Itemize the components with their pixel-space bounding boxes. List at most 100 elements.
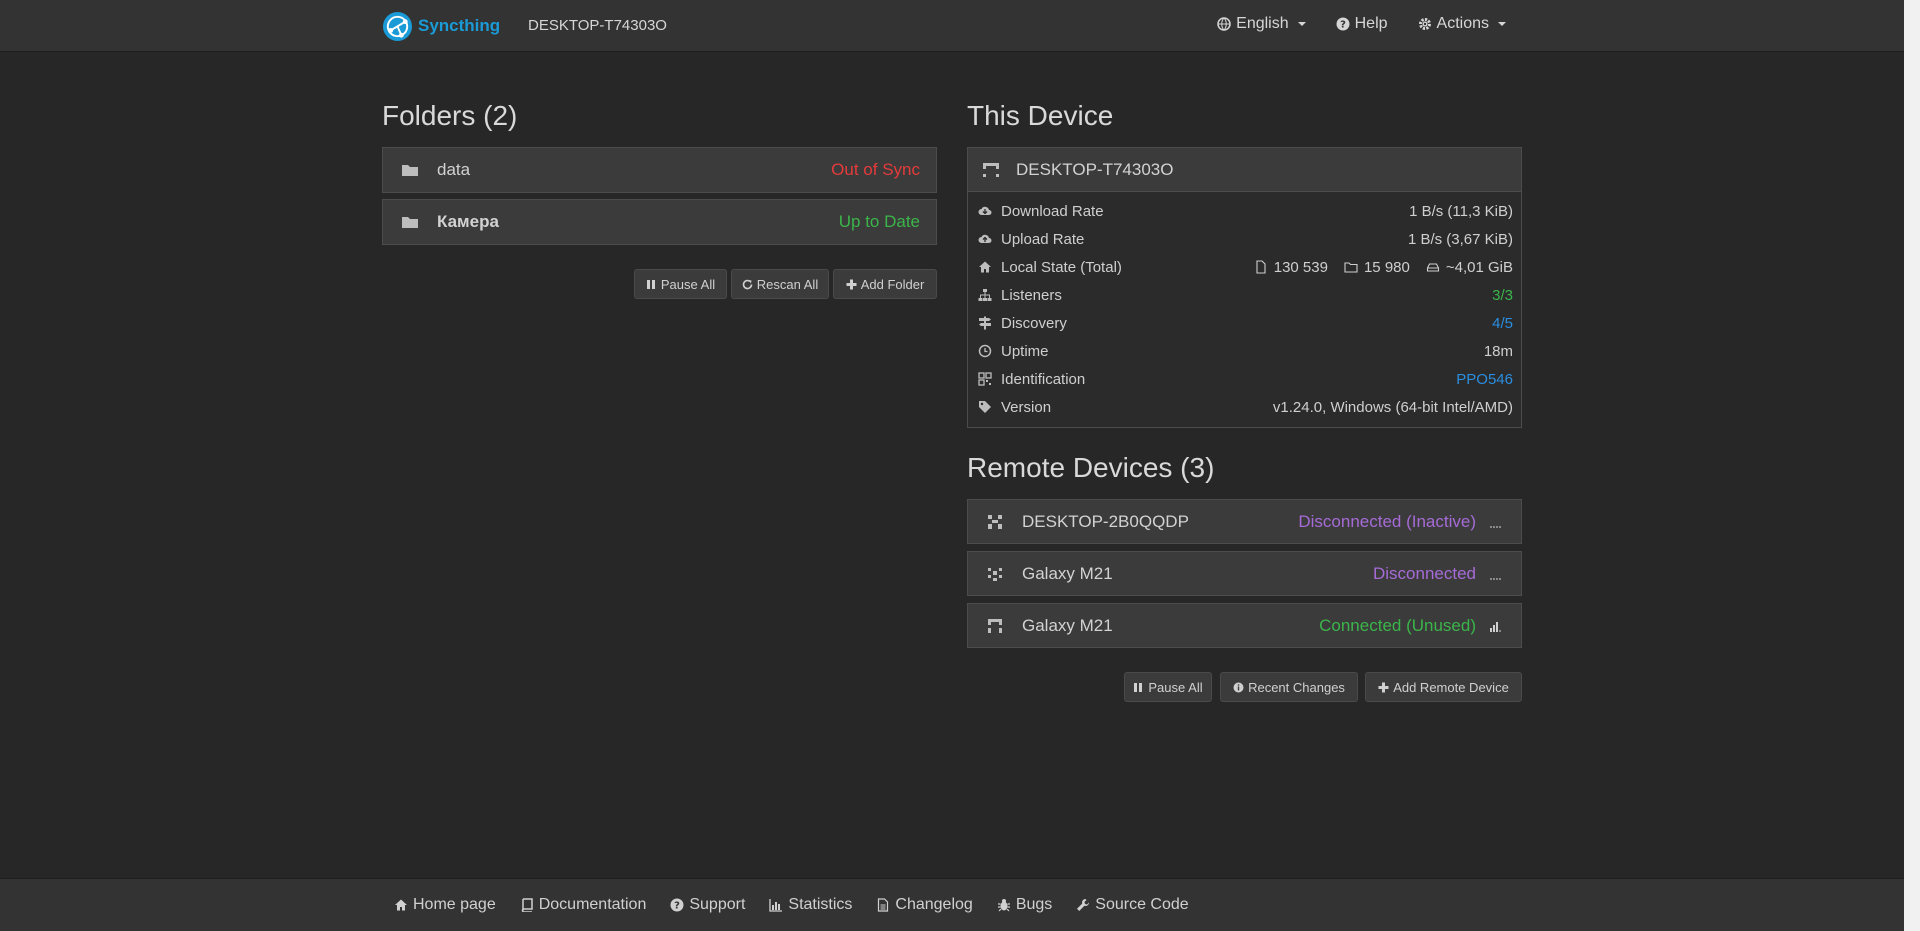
signal-none-icon xyxy=(1490,516,1501,528)
version-value: v1.24.0, Windows (64-bit Intel/AMD) xyxy=(1272,398,1513,416)
folders-heading: Folders (2) xyxy=(382,100,518,131)
footer-link-label: Home page xyxy=(413,896,496,913)
plus-icon xyxy=(1378,682,1389,692)
download-rate-label: Download Rate xyxy=(1001,202,1104,220)
discovery-value[interactable]: 4/5 xyxy=(1492,315,1513,332)
version-label: Version xyxy=(1001,398,1052,416)
question-circle-icon: ? xyxy=(670,898,684,912)
recent-changes-label: Recent Changes xyxy=(1248,679,1345,695)
add-folder-button[interactable]: Add Folder xyxy=(833,269,937,299)
pause-icon xyxy=(646,279,655,289)
gear-icon xyxy=(1418,18,1431,30)
remote-device-panel[interactable]: Galaxy M21 Disconnected xyxy=(967,551,1522,596)
help-label: Help xyxy=(1354,15,1388,32)
footer: Home page Documentation ? Support Statis… xyxy=(0,878,1904,931)
footer-link-label: Documentation xyxy=(538,896,647,913)
help-link[interactable]: ? Help xyxy=(1336,15,1388,33)
rescan-all-button[interactable]: Rescan All xyxy=(731,269,829,299)
svg-text:?: ? xyxy=(674,901,680,912)
identification-value[interactable]: PPO546 xyxy=(1456,371,1513,388)
qrcode-icon xyxy=(978,372,992,386)
actions-menu[interactable]: Actions xyxy=(1418,15,1506,33)
device-identicon-icon xyxy=(988,618,1002,633)
this-device-heading: This Device xyxy=(967,100,1114,131)
local-files-count: 130 539 xyxy=(1273,258,1328,276)
remote-device-status: Disconnected xyxy=(1372,563,1476,583)
uptime-row: Uptime 18m xyxy=(968,337,1521,365)
device-identicon-icon xyxy=(983,162,999,177)
sitemap-icon xyxy=(978,289,992,301)
remote-device-panel[interactable]: DESKTOP-2B0QQDP Disconnected (Inactive) xyxy=(967,499,1522,544)
footer-link-bugs[interactable]: Bugs xyxy=(997,896,1052,914)
window-scrollbar[interactable] xyxy=(1904,0,1920,931)
footer-link-changelog[interactable]: Changelog xyxy=(876,896,973,914)
file-text-icon xyxy=(878,898,889,912)
book-icon xyxy=(521,898,533,912)
question-circle-icon: ? xyxy=(1336,17,1350,31)
signal-none-icon xyxy=(1490,568,1501,580)
folder-panel-camera[interactable]: Камера Up to Date xyxy=(382,199,937,245)
add-folder-label: Add Folder xyxy=(860,276,925,292)
bar-chart-icon xyxy=(769,899,783,912)
actions-label: Actions xyxy=(1436,15,1489,32)
discovery-label: Discovery xyxy=(1001,314,1067,332)
recent-changes-button[interactable]: Recent Changes xyxy=(1220,672,1358,702)
download-rate-row: Download Rate 1 B/s (11,3 KiB) xyxy=(968,197,1521,225)
footer-link-label: Bugs xyxy=(1015,896,1053,913)
hdd-icon xyxy=(1426,263,1439,272)
local-state-label: Local State (Total) xyxy=(1001,258,1122,276)
folder-name: data xyxy=(437,160,471,179)
brand[interactable]: Syncthing xyxy=(382,9,500,43)
listeners-label: Listeners xyxy=(1001,286,1062,304)
folder-status: Out of Sync xyxy=(831,160,920,179)
navbar: Syncthing DESKTOP-T74303O English ? Help… xyxy=(0,0,1904,52)
cloud-download-icon xyxy=(978,206,992,215)
remote-device-panel[interactable]: Galaxy M21 Connected (Unused) xyxy=(967,603,1522,648)
signal-bars-icon xyxy=(1490,620,1501,632)
footer-link-source-code[interactable]: Source Code xyxy=(1076,896,1189,914)
tag-icon xyxy=(979,401,991,413)
chevron-down-icon xyxy=(1498,22,1506,26)
svg-text:?: ? xyxy=(1340,20,1346,31)
add-remote-device-label: Add Remote Device xyxy=(1393,679,1509,695)
footer-link-label: Support xyxy=(689,896,746,913)
pause-all-devices-button[interactable]: Pause All xyxy=(1124,672,1212,702)
footer-link-support[interactable]: ? Support xyxy=(670,896,745,914)
this-device-name: DESKTOP-T74303O xyxy=(1016,159,1174,179)
uptime-value: 18m xyxy=(1483,342,1513,360)
language-menu[interactable]: English xyxy=(1217,15,1306,33)
syncthing-logo-icon xyxy=(382,11,413,41)
folder-panel-data[interactable]: data Out of Sync xyxy=(382,147,937,193)
globe-icon xyxy=(1217,17,1231,31)
footer-link-documentation[interactable]: Documentation xyxy=(520,896,647,914)
folder-name: Камера xyxy=(437,212,499,231)
uptime-label: Uptime xyxy=(1001,342,1049,360)
brand-name: Syncthing xyxy=(418,16,501,35)
file-icon xyxy=(1256,260,1266,274)
footer-link-label: Changelog xyxy=(895,896,973,913)
language-label: English xyxy=(1236,15,1289,32)
version-row: Version v1.24.0, Windows (64-bit Intel/A… xyxy=(968,393,1521,421)
pause-all-folders-button[interactable]: Pause All xyxy=(634,269,727,299)
device-identicon-icon xyxy=(988,514,1002,529)
this-device-header[interactable]: DESKTOP-T74303O xyxy=(968,148,1521,192)
upload-rate-row: Upload Rate 1 B/s (3,67 KiB) xyxy=(968,225,1521,253)
download-rate-value: 1 B/s (11,3 KiB) xyxy=(1409,202,1513,220)
identification-label: Identification xyxy=(1001,370,1086,388)
remote-devices-heading: Remote Devices (3) xyxy=(967,452,1215,483)
info-circle-icon xyxy=(1233,682,1244,692)
listeners-value[interactable]: 3/3 xyxy=(1492,287,1513,304)
pause-all-label: Pause All xyxy=(660,276,716,292)
home-icon xyxy=(395,899,407,911)
remote-device-status: Connected (Unused) xyxy=(1319,615,1476,635)
footer-link-home[interactable]: Home page xyxy=(394,896,496,914)
remote-device-name: Galaxy M21 xyxy=(1022,563,1113,583)
footer-link-statistics[interactable]: Statistics xyxy=(769,896,852,914)
plus-icon xyxy=(846,279,857,289)
remote-device-status: Disconnected (Inactive) xyxy=(1298,511,1476,531)
device-identicon-icon xyxy=(988,567,1002,581)
bug-icon xyxy=(997,899,1010,912)
local-dirs-count: 15 980 xyxy=(1363,258,1410,276)
chevron-down-icon xyxy=(1297,22,1306,26)
add-remote-device-button[interactable]: Add Remote Device xyxy=(1365,672,1522,702)
